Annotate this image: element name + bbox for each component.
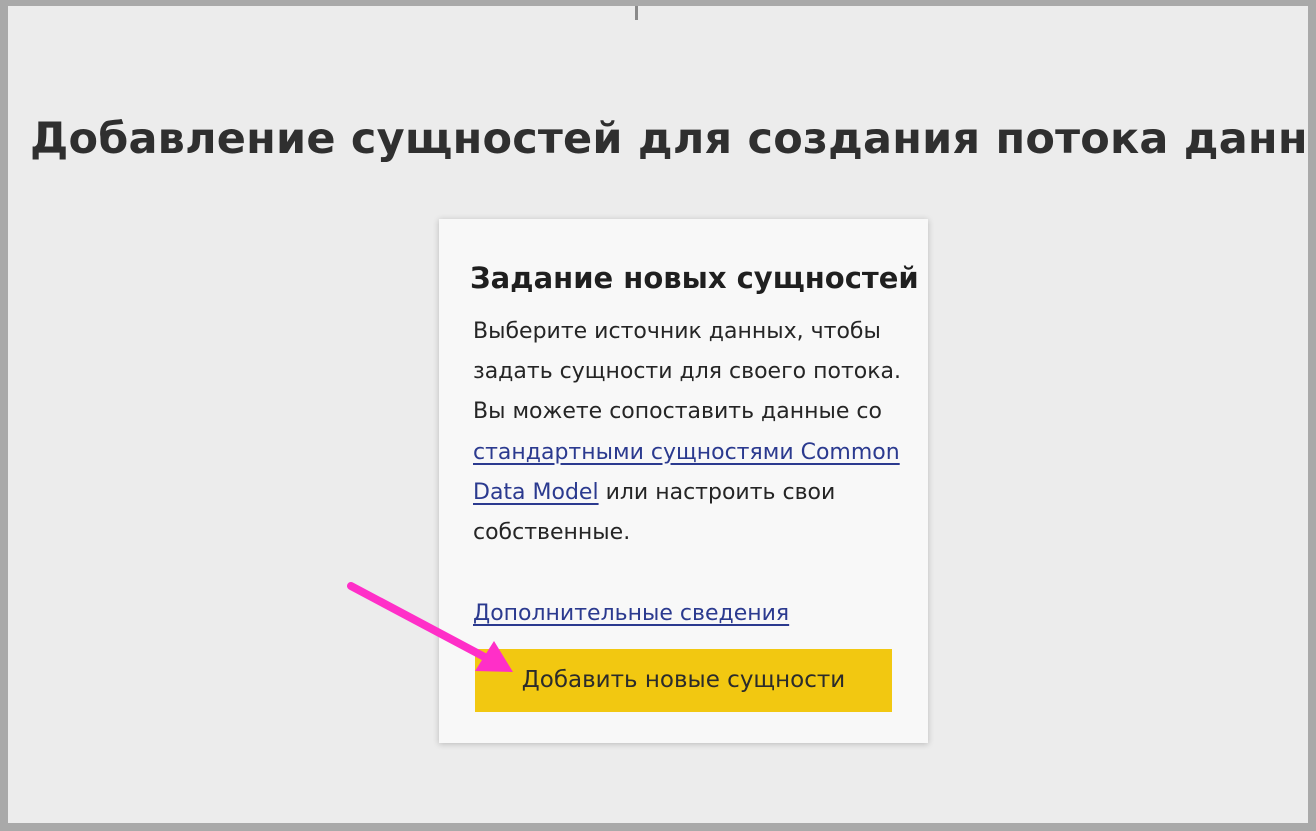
- page-title: Добавление сущностей для создания потока…: [30, 114, 1308, 164]
- pink-arrow-icon: [347, 582, 513, 672]
- page-frame: Добавление сущностей для создания потока…: [8, 6, 1308, 823]
- description-text-start: Выберите источник данных, чтобы задать с…: [473, 319, 901, 425]
- add-new-entities-button[interactable]: Добавить новые сущности: [475, 649, 892, 712]
- top-divider-tick: [635, 6, 638, 20]
- card-description: Выберите источник данных, чтобы задать с…: [473, 312, 913, 553]
- card-title: Задание новых сущностей: [470, 261, 919, 295]
